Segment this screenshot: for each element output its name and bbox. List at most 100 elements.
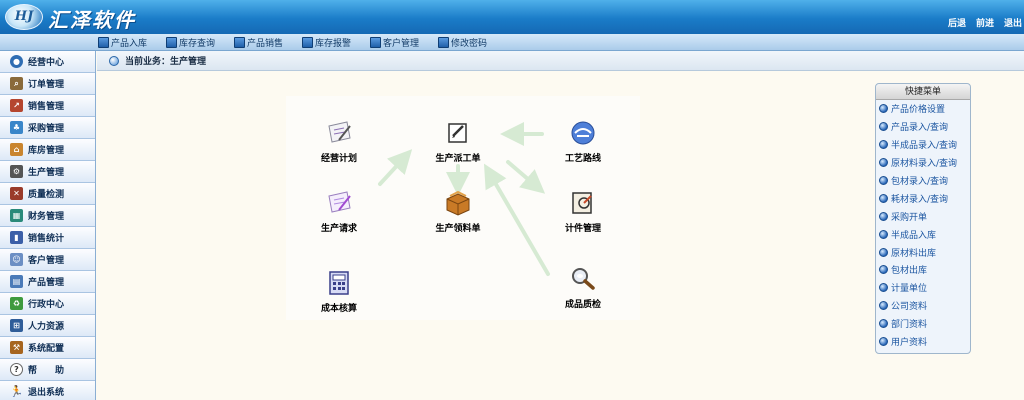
flow-node-business-plan[interactable]: 经营计划 [314, 118, 364, 164]
quick-menu-item[interactable]: 半成品录入/查询 [876, 136, 970, 154]
sidebar-item-label: 采购管理 [28, 124, 65, 134]
node-label: 生产领料单 [435, 224, 481, 234]
help-icon: ? [10, 363, 23, 376]
quick-menu-item[interactable]: 公司资料 [876, 297, 970, 315]
sidebar-item-business-center[interactable]: ● 经营中心 [0, 51, 95, 73]
sidebar-item-label: 帮 助 [28, 366, 65, 376]
calculator-icon: ▦ [10, 209, 23, 222]
toolbar-stock-alarm[interactable]: 库存报警 [302, 35, 351, 49]
search-doc-icon: ⌕ [10, 77, 23, 90]
quick-menu-label: 半成品入库 [891, 230, 937, 241]
sidebar-item-label: 经营中心 [28, 58, 65, 68]
sidebar-item-products[interactable]: ▤ 产品管理 [0, 271, 95, 293]
flow-node-process-route[interactable]: 工艺路线 [558, 118, 608, 164]
quick-menu-item[interactable]: 耗材录入/查询 [876, 189, 970, 207]
toolbar-product-inbound[interactable]: 产品入库 [98, 35, 147, 49]
sidebar-item-label: 销售统计 [28, 234, 65, 244]
back-link[interactable]: 后退 [948, 16, 966, 29]
toolbar-label: 库存报警 [315, 38, 352, 49]
users-icon [370, 36, 381, 48]
toolbar-label: 产品入库 [111, 38, 148, 49]
doc-icon [302, 36, 313, 48]
sidebar-item-sales[interactable]: ↗ 销售管理 [0, 95, 95, 117]
toolbar-customer-mgmt[interactable]: 客户管理 [370, 35, 419, 49]
quick-menu-title: 快捷菜单 [876, 84, 970, 100]
customers-icon: ☺ [10, 253, 23, 266]
flow-node-material-picking[interactable]: 生产领料单 [428, 188, 488, 234]
quick-menu-item[interactable]: 产品价格设置 [876, 100, 970, 118]
exit-icon: 🏃 [9, 385, 24, 398]
production-flow-panel: 经营计划 生产派工单 工艺路线 生产请求 生产领料单 计件管理 成本核算 成品质… [286, 96, 640, 320]
quick-menu-item[interactable]: 原材料录入/查询 [876, 154, 970, 172]
quick-menu-label: 原材料出库 [891, 248, 937, 259]
people-icon: ♣ [10, 121, 23, 134]
quick-menu-item[interactable]: 部门资料 [876, 315, 970, 333]
node-label: 经营计划 [320, 154, 357, 164]
node-label: 生产派工单 [435, 154, 481, 164]
sidebar-item-customers[interactable]: ☺ 客户管理 [0, 249, 95, 271]
quick-menu-label: 产品价格设置 [891, 105, 946, 116]
flow-node-piecework[interactable]: 计件管理 [558, 188, 608, 234]
magnifier-icon [568, 264, 598, 294]
node-label: 成品质检 [564, 300, 601, 310]
sidebar-item-production[interactable]: ⚙ 生产管理 [0, 161, 95, 183]
toolbar-change-password[interactable]: 修改密码 [438, 35, 487, 49]
sidebar-item-purchasing[interactable]: ♣ 采购管理 [0, 117, 95, 139]
toolbar-product-sales[interactable]: 产品销售 [234, 35, 283, 49]
sidebar-item-exit[interactable]: 🏃 退出系统 [0, 381, 95, 400]
gears-icon: ⚙ [10, 165, 23, 178]
arrow-dispatch-to-piece [506, 160, 546, 194]
bullet-icon [879, 211, 888, 221]
sidebar-item-admin-center[interactable]: ♻ 行政中心 [0, 293, 95, 315]
sidebar-item-label: 生产管理 [28, 168, 65, 178]
flow-node-dispatch-order[interactable]: 生产派工单 [428, 118, 488, 164]
bullet-icon [879, 158, 888, 168]
quick-menu-item[interactable]: 包材录入/查询 [876, 172, 970, 190]
notepad-icon [443, 118, 473, 148]
quick-menu-item[interactable]: 半成品入库 [876, 225, 970, 243]
toolbar-stock-query[interactable]: 库存查询 [166, 35, 215, 49]
quick-menu-label: 用户资料 [891, 338, 928, 349]
sidebar-item-sales-stats[interactable]: ▮ 销售统计 [0, 227, 95, 249]
bullet-icon [879, 247, 888, 257]
sidebar-item-label: 质量检测 [28, 190, 65, 200]
quick-menu-label: 产品录入/查询 [891, 123, 949, 134]
quick-menu-label: 耗材录入/查询 [891, 194, 949, 205]
bullet-icon [879, 265, 888, 275]
logout-link[interactable]: 退出 [1004, 16, 1022, 29]
sidebar-item-quality[interactable]: ✕ 质量检测 [0, 183, 95, 205]
quick-menu-item[interactable]: 原材料出库 [876, 243, 970, 261]
org-icon: ⊞ [10, 319, 23, 332]
sidebar-item-label: 系统配置 [28, 344, 65, 354]
sidebar-item-label: 人力资源 [28, 322, 65, 332]
node-label: 计件管理 [564, 224, 601, 234]
quick-menu-item[interactable]: 采购开单 [876, 207, 970, 225]
quick-menu-item[interactable]: 包材出库 [876, 261, 970, 279]
quick-menu-item[interactable]: 计量单位 [876, 279, 970, 297]
quick-menu-label: 采购开单 [891, 212, 928, 223]
toolbar-label: 修改密码 [451, 38, 488, 49]
flow-node-production-request[interactable]: 生产请求 [314, 188, 364, 234]
sidebar-item-finance[interactable]: ▦ 财务管理 [0, 205, 95, 227]
bullet-icon [879, 122, 888, 132]
logo-emblem: HJ [5, 4, 43, 30]
quick-menu-label: 部门资料 [891, 320, 928, 331]
quick-menu-item[interactable]: 用户资料 [876, 333, 970, 351]
flow-node-cost-accounting[interactable]: 成本核算 [314, 268, 364, 314]
sidebar-item-orders[interactable]: ⌕ 订单管理 [0, 73, 95, 95]
doc-icon [234, 36, 245, 48]
bar-chart-icon: ▮ [10, 231, 23, 244]
sidebar-item-hr[interactable]: ⊞ 人力资源 [0, 315, 95, 337]
sidebar-item-label: 库房管理 [28, 146, 65, 156]
paper-purple-icon [324, 188, 354, 218]
current-business-label: 当前业务：生产管理 [125, 57, 207, 67]
quick-menu-item[interactable]: 产品录入/查询 [876, 118, 970, 136]
quick-menu: 快捷菜单 产品价格设置 产品录入/查询 半成品录入/查询 原材料录入/查询 包材… [875, 83, 971, 354]
quick-menu-label: 包材录入/查询 [891, 177, 949, 187]
bullet-icon [879, 193, 888, 203]
flow-node-quality-inspection[interactable]: 成品质检 [558, 264, 608, 310]
sidebar-item-help[interactable]: ? 帮 助 [0, 359, 95, 381]
forward-link[interactable]: 前进 [976, 16, 994, 29]
sidebar-item-warehouse[interactable]: ⌂ 库房管理 [0, 139, 95, 161]
sidebar-item-system-config[interactable]: ⚒ 系统配置 [0, 337, 95, 359]
